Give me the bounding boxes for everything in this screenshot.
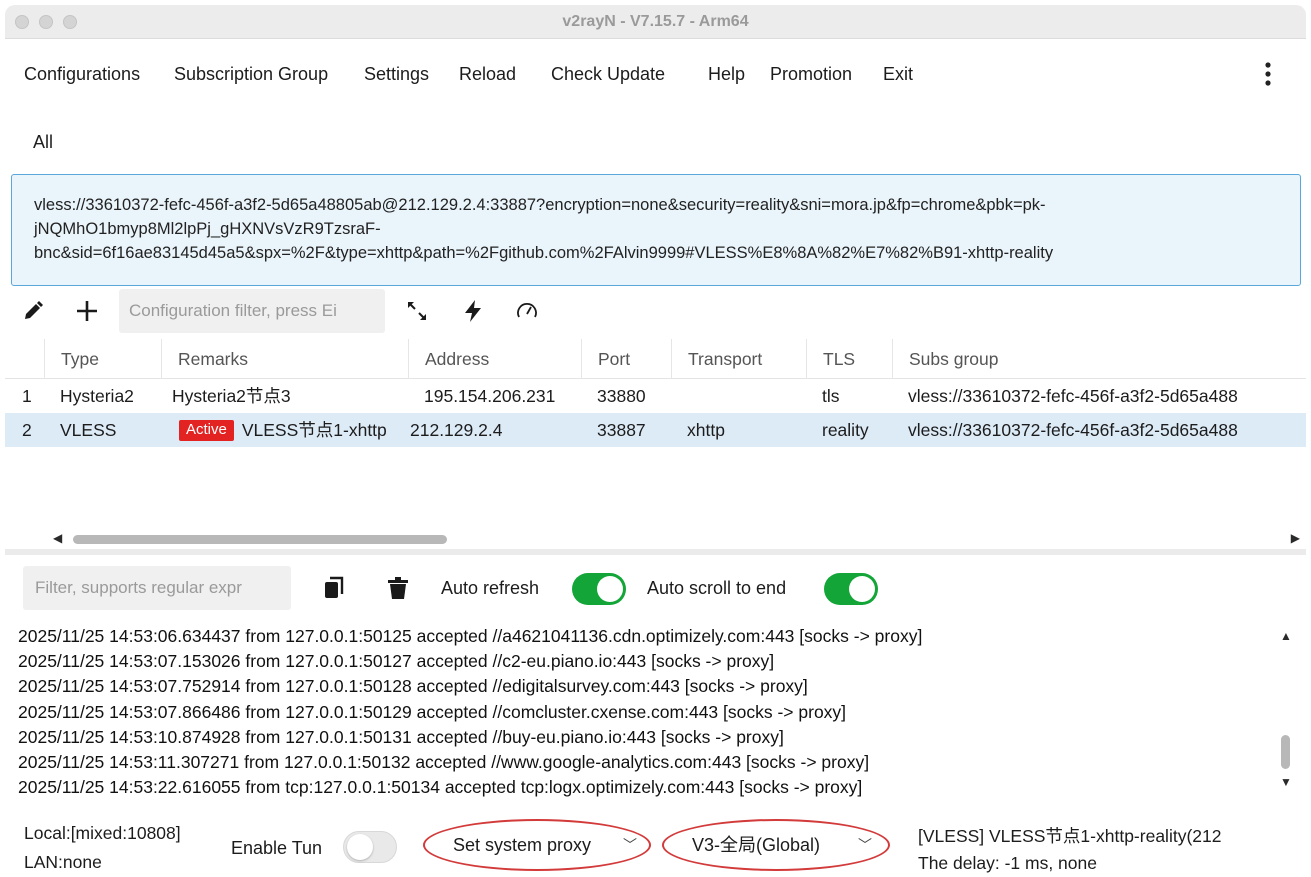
scroll-right-arrow-icon[interactable]: ▶ [1291, 531, 1300, 545]
copy-icon[interactable] [323, 576, 345, 605]
menu-promotion[interactable]: Promotion [770, 64, 852, 85]
log-output[interactable]: 2025/11/25 14:53:06.634437 from 127.0.0.… [18, 624, 1273, 804]
cell-type: VLESS [60, 420, 117, 440]
cell-port: 33880 [597, 386, 646, 406]
cell-subs-group: vless://33610372-fefc-456f-a3f2-5d65a488 [908, 420, 1238, 440]
pencil-icon[interactable] [21, 299, 45, 329]
cell-subs-group: vless://33610372-fefc-456f-a3f2-5d65a488 [908, 386, 1238, 406]
chevron-down-icon: ﹀ [858, 837, 872, 853]
column-header-tls[interactable]: TLS [806, 339, 892, 379]
cell-address: 212.129.2.4 [410, 420, 503, 440]
group-tab-all[interactable]: All [33, 132, 53, 153]
log-line: 2025/11/25 14:53:07.866486 from 127.0.0.… [18, 701, 847, 722]
row-index: 1 [22, 386, 32, 406]
cell-transport: xhttp [687, 420, 725, 440]
cell-remarks-text: VLESS节点1-xhttp [241, 420, 387, 440]
log-line: 2025/11/25 14:53:10.874928 from 127.0.0.… [18, 726, 784, 747]
cell-remarks: Hysteria2节点3 [172, 386, 291, 406]
server-toolbar [5, 289, 1306, 335]
table-horizontal-scrollbar[interactable]: ◀ ▶ [5, 529, 1306, 549]
lan-status: LAN:none [24, 852, 102, 872]
column-header-address[interactable]: Address [408, 339, 581, 379]
log-toolbar: Auto refresh Auto scroll to end [5, 563, 1306, 613]
auto-scroll-label: Auto scroll to end [647, 578, 787, 598]
column-header-subs-group[interactable]: Subs group [892, 339, 1306, 379]
share-url-display[interactable]: vless://33610372-fefc-456f-a3f2-5d65a488… [11, 174, 1301, 286]
toggle-knob [849, 576, 875, 602]
cell-tls: reality [822, 420, 869, 440]
configuration-filter-input[interactable] [119, 289, 385, 333]
cell-tls: tls [822, 386, 840, 406]
plus-icon[interactable] [75, 299, 99, 329]
auto-refresh-toggle[interactable] [572, 573, 626, 605]
row-index: 2 [22, 420, 32, 440]
chevron-down-icon: ﹀ [623, 837, 637, 853]
share-url-line: jNQMhO1bmyp8Ml2lpPj_gHXNVsVzR9TzsraF- [34, 220, 381, 238]
routing-mode-dropdown[interactable]: V3-全局(Global) ﹀ [662, 819, 890, 871]
log-line: 2025/11/25 14:53:22.616055 from tcp:127.… [18, 777, 863, 798]
menu-check-update[interactable]: Check Update [551, 64, 665, 85]
active-server-status: [VLESS] VLESS节点1-xhttp-reality(212 [918, 826, 1222, 846]
app-window: v2rayN - V7.15.7 - Arm64 Configurations … [5, 5, 1306, 877]
routing-mode-value: V3-全局(Global) [692, 835, 821, 855]
table-row-selected[interactable]: 2 VLESS Active VLESS节点1-xhttp 212.129.2.4… [5, 413, 1306, 447]
system-proxy-value: Set system proxy [453, 835, 592, 855]
log-line: 2025/11/25 14:53:11.307271 from 127.0.0.… [18, 752, 870, 773]
system-proxy-dropdown[interactable]: Set system proxy ﹀ [423, 819, 651, 871]
scroll-left-arrow-icon[interactable]: ◀ [53, 531, 62, 545]
table-row[interactable]: 1 Hysteria2 Hysteria2节点3 195.154.206.231… [5, 379, 1306, 413]
log-line: 2025/11/25 14:53:06.634437 from 127.0.0.… [18, 626, 923, 646]
column-header-remarks[interactable]: Remarks [161, 339, 408, 379]
share-url-line: bnc&sid=6f16ae83145d45a5&spx=%2F&type=xh… [34, 244, 1054, 262]
enable-tun-toggle[interactable] [343, 831, 397, 863]
more-vertical-icon[interactable] [1264, 61, 1272, 87]
lightning-icon[interactable] [462, 299, 484, 329]
log-line: 2025/11/25 14:53:07.153026 from 127.0.0.… [18, 651, 775, 672]
cell-address: 195.154.206.231 [424, 386, 556, 406]
scroll-down-arrow-icon[interactable]: ▼ [1280, 775, 1292, 789]
menu-configurations[interactable]: Configurations [24, 64, 140, 85]
local-port-status: Local:[mixed:10808] [24, 823, 181, 843]
cell-remarks: Active VLESS节点1-xhttp [179, 413, 407, 447]
toggle-knob [597, 576, 623, 602]
title-bar: v2rayN - V7.15.7 - Arm64 [5, 5, 1306, 39]
server-table: Type Remarks Address Port Transport TLS … [5, 339, 1306, 549]
cell-port: 33887 [597, 420, 646, 440]
share-url-line: vless://33610372-fefc-456f-a3f2-5d65a488… [34, 196, 1046, 214]
log-vertical-scrollbar[interactable]: ▲ ▼ [1278, 625, 1294, 800]
speedometer-icon[interactable] [515, 299, 539, 329]
scrollbar-thumb[interactable] [73, 535, 447, 544]
toggle-knob [347, 834, 373, 860]
menu-bar: Configurations Subscription Group Settin… [5, 61, 1306, 89]
column-header-port[interactable]: Port [581, 339, 671, 379]
expand-arrows-icon[interactable] [405, 299, 429, 329]
menu-help[interactable]: Help [708, 64, 745, 85]
active-badge: Active [179, 420, 234, 441]
menu-subscription-group[interactable]: Subscription Group [174, 64, 328, 85]
column-header-transport[interactable]: Transport [671, 339, 806, 379]
menu-settings[interactable]: Settings [364, 64, 429, 85]
scrollbar-thumb[interactable] [1281, 735, 1290, 769]
status-bar: Local:[mixed:10808] LAN:none Enable Tun … [5, 815, 1306, 877]
cell-type: Hysteria2 [60, 386, 134, 406]
delay-status: The delay: -1 ms, none [918, 853, 1097, 873]
auto-refresh-label: Auto refresh [441, 578, 540, 598]
trash-icon[interactable] [387, 576, 409, 605]
column-header-type[interactable]: Type [44, 339, 161, 379]
enable-tun-label: Enable Tun [231, 838, 323, 858]
log-line: 2025/11/25 14:53:07.752914 from 127.0.0.… [18, 676, 808, 697]
menu-exit[interactable]: Exit [883, 64, 913, 85]
cell-transport [687, 379, 806, 413]
panel-splitter[interactable] [5, 549, 1306, 555]
menu-reload[interactable]: Reload [459, 64, 516, 85]
window-title: v2rayN - V7.15.7 - Arm64 [562, 13, 749, 30]
log-filter-input[interactable] [23, 566, 291, 610]
table-header: Type Remarks Address Port Transport TLS … [5, 339, 1306, 379]
auto-scroll-toggle[interactable] [824, 573, 878, 605]
scroll-up-arrow-icon[interactable]: ▲ [1280, 629, 1292, 643]
